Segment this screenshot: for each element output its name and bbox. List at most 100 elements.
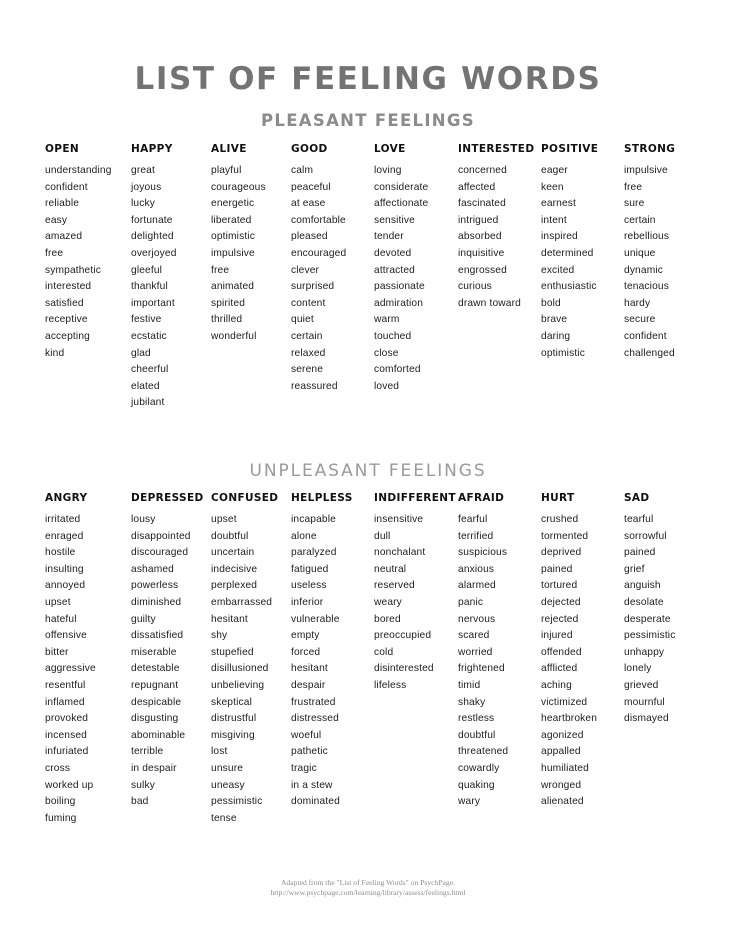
feeling-word: sorrowful bbox=[624, 530, 667, 542]
feeling-word: cowardly bbox=[458, 762, 500, 774]
feeling-word: delighted bbox=[131, 231, 174, 243]
feeling-word: alienated bbox=[541, 796, 584, 808]
feeling-word: tenacious bbox=[624, 281, 669, 293]
feeling-word: tearful bbox=[624, 514, 654, 525]
feeling-word: desolate bbox=[624, 596, 664, 608]
section-heading-unpleasant: UNPLEASANT FEELINGS bbox=[249, 461, 487, 482]
feeling-word: aggressive bbox=[45, 663, 96, 675]
feeling-word: enraged bbox=[45, 530, 84, 542]
feeling-word: admiration bbox=[374, 297, 424, 309]
feeling-word: panic bbox=[458, 596, 484, 608]
feeling-word: calm bbox=[291, 165, 314, 176]
feeling-word: discouraged bbox=[131, 547, 189, 559]
feeling-word: sure bbox=[624, 198, 645, 210]
feeling-word: doubtful bbox=[458, 729, 496, 741]
feeling-word: frustrated bbox=[291, 696, 336, 708]
feeling-word: deprived bbox=[541, 547, 582, 559]
feeling-word: bad bbox=[131, 796, 149, 808]
feeling-word: wary bbox=[458, 796, 481, 808]
feeling-word: pathetic bbox=[291, 746, 328, 758]
feeling-word: jubilant bbox=[131, 397, 165, 409]
feeling-category-column: CONFUSED upset doubtful uncertain indecisive… bbox=[211, 492, 278, 827]
feeling-word: hateful bbox=[45, 613, 77, 625]
feeling-word: cross bbox=[45, 762, 71, 774]
feeling-word: provoked bbox=[45, 713, 89, 725]
feeling-word: perplexed bbox=[211, 580, 258, 592]
worksheet-page: LIST OF FEELING WORDS PLEASANT FEELINGS … bbox=[0, 0, 736, 952]
feeling-word: guilty bbox=[131, 613, 156, 625]
feeling-word: insulting bbox=[45, 563, 84, 575]
feeling-word: reserved bbox=[374, 580, 415, 592]
feeling-word-list: crushed tormented deprived pained tortured de… bbox=[541, 512, 597, 811]
category-header: INTERESTED bbox=[458, 143, 535, 155]
feeling-word: nervous bbox=[458, 613, 496, 625]
feeling-word: certain bbox=[624, 214, 656, 226]
feeling-word: distrustful bbox=[211, 713, 257, 725]
feeling-category-column: OPEN understanding confident reliable easy am… bbox=[45, 143, 112, 362]
feeling-word: agonized bbox=[541, 729, 584, 741]
feeling-word: touched bbox=[374, 330, 412, 342]
feeling-word: useless bbox=[291, 580, 327, 592]
feeling-word: vulnerable bbox=[291, 613, 340, 625]
feeling-word: free bbox=[211, 264, 230, 276]
feeling-word: alone bbox=[291, 530, 317, 542]
feeling-word: drawn toward bbox=[458, 297, 521, 309]
feeling-word: spirited bbox=[211, 297, 246, 309]
feeling-category-column: HURT crushed tormented deprived pained tortur… bbox=[541, 492, 597, 811]
feeling-word: disappointed bbox=[131, 530, 191, 542]
footer-source-line: Adapted from the "List of Feeling Words"… bbox=[281, 878, 455, 887]
feeling-word: passionate bbox=[374, 281, 425, 293]
feeling-word: timid bbox=[458, 679, 481, 691]
feeling-word-list: fearful terrified suspicious anxious alarmed… bbox=[458, 512, 508, 811]
feeling-word: indecisive bbox=[211, 563, 258, 575]
feeling-word: optimistic bbox=[211, 231, 255, 243]
feeling-word-list: loving considerate affectionate sensitive te… bbox=[374, 163, 428, 395]
feeling-word: uncertain bbox=[211, 547, 255, 559]
feeling-word: overjoyed bbox=[131, 247, 177, 259]
feeling-word: lonely bbox=[624, 663, 652, 675]
feeling-word-list: insensitive dull nonchalant neutral reserved… bbox=[374, 512, 456, 695]
feeling-category-column: LOVE loving considerate affectionate sensiti… bbox=[374, 143, 428, 395]
feeling-word: abominable bbox=[131, 729, 186, 741]
feeling-word: fuming bbox=[45, 812, 77, 824]
feeling-word: earnest bbox=[541, 198, 577, 210]
feeling-word: dissatisfied bbox=[131, 630, 184, 642]
feeling-category-column: GOOD calm peaceful at ease comfortable please… bbox=[291, 143, 346, 395]
feeling-category-column: ANGRY irritated enraged hostile insulting ann… bbox=[45, 492, 96, 827]
feeling-word: courageous bbox=[211, 181, 266, 193]
feeling-word: aching bbox=[541, 679, 572, 691]
feeling-word: dull bbox=[374, 530, 391, 542]
feeling-word: offended bbox=[541, 646, 582, 658]
feeling-word: frightened bbox=[458, 663, 505, 675]
feeling-word: dejected bbox=[541, 596, 581, 608]
feeling-word: tense bbox=[211, 812, 237, 824]
feeling-word: repugnant bbox=[131, 679, 179, 691]
feeling-word: great bbox=[131, 165, 155, 176]
feeling-word: afflicted bbox=[541, 663, 578, 675]
feeling-word: pleased bbox=[291, 231, 328, 243]
feeling-word-list: eager keen earnest intent inspired determined… bbox=[541, 163, 598, 362]
feeling-word: in despair bbox=[131, 762, 177, 774]
feeling-word: anguish bbox=[624, 580, 661, 592]
category-header: ALIVE bbox=[211, 143, 247, 155]
feeling-word: preoccupied bbox=[374, 630, 432, 642]
feeling-word: pained bbox=[541, 563, 573, 575]
feeling-word: terrified bbox=[458, 530, 494, 542]
feeling-word: uneasy bbox=[211, 779, 245, 791]
feeling-word: skeptical bbox=[211, 696, 252, 708]
feeling-word: cold bbox=[374, 646, 394, 658]
feeling-word: absorbed bbox=[458, 231, 502, 243]
feeling-word-list: upset doubtful uncertain indecisive perplexe… bbox=[211, 512, 278, 827]
feeling-word: serene bbox=[291, 364, 324, 376]
feeling-word: thankful bbox=[131, 281, 168, 293]
feeling-word: wonderful bbox=[211, 330, 257, 342]
feeling-word: understanding bbox=[45, 165, 112, 176]
feeling-word: desperate bbox=[624, 613, 671, 625]
feeling-word: devoted bbox=[374, 247, 412, 259]
feeling-word: in a stew bbox=[291, 779, 333, 791]
feeling-word: engrossed bbox=[458, 264, 507, 276]
feeling-word: injured bbox=[541, 630, 573, 642]
feeling-word: gleeful bbox=[131, 264, 163, 276]
feeling-word: stupefied bbox=[211, 646, 254, 658]
feeling-word: hardy bbox=[624, 297, 651, 309]
